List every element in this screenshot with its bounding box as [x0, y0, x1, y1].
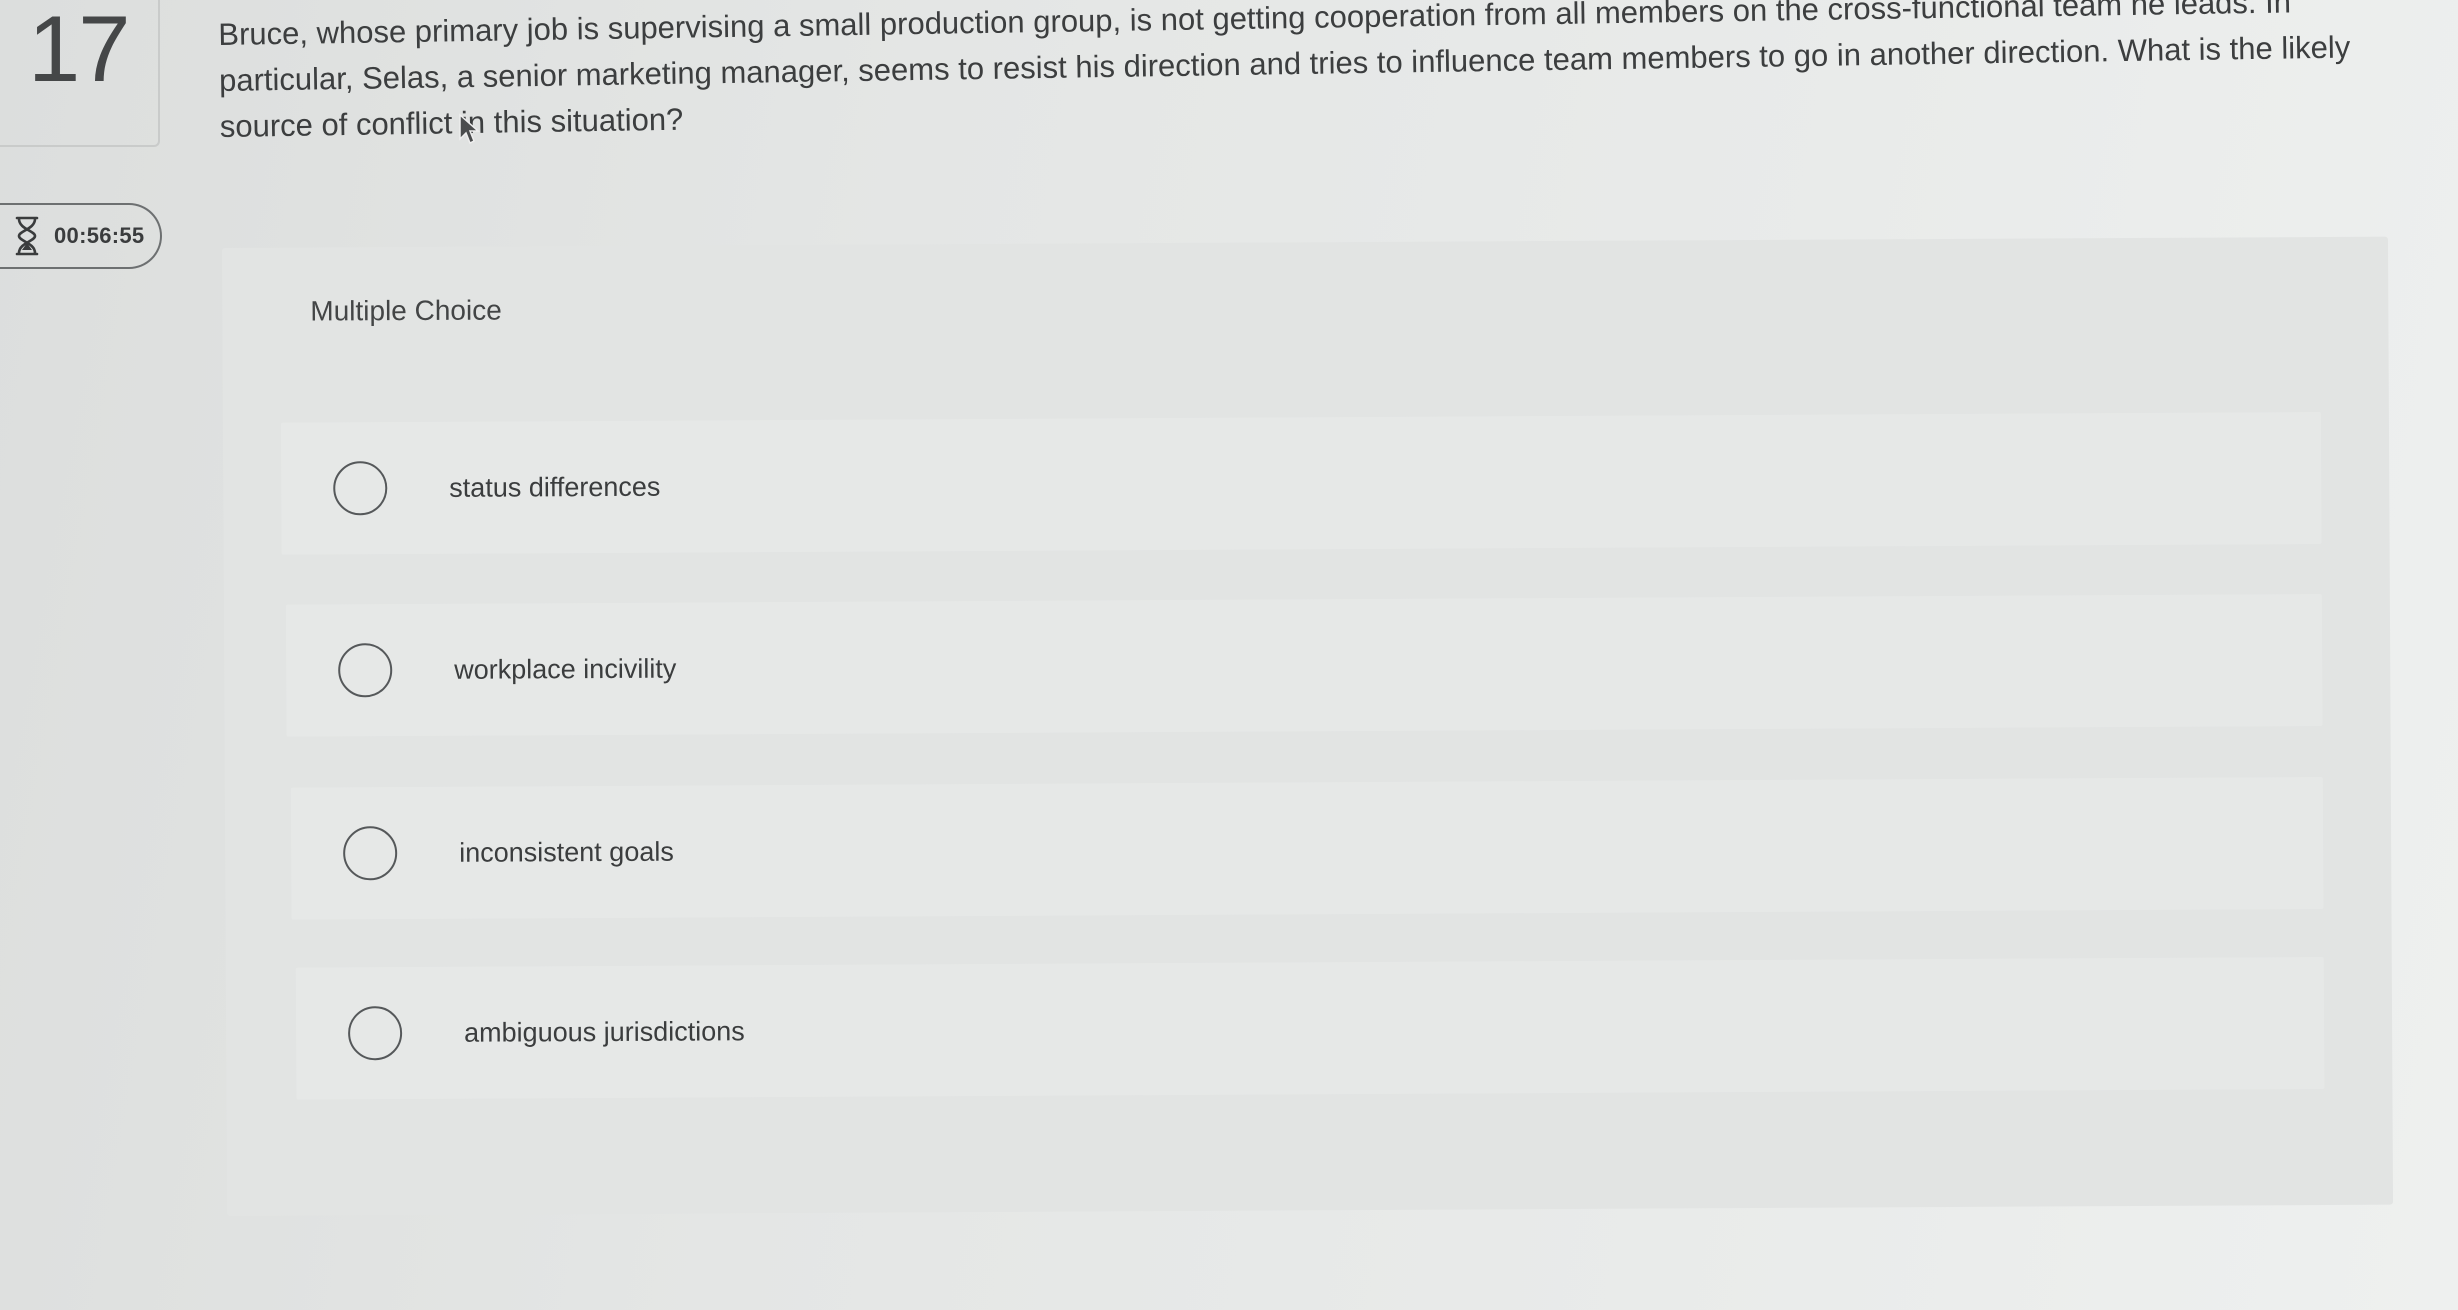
- question-type-label: Multiple Choice: [310, 294, 502, 327]
- mouse-cursor-icon: [459, 113, 480, 145]
- timer[interactable]: 00:56:55: [0, 203, 162, 269]
- radio-button[interactable]: [338, 643, 393, 698]
- answer-option-label: workplace incivility: [454, 653, 677, 685]
- radio-button[interactable]: [333, 461, 388, 516]
- hourglass-icon: [15, 216, 39, 256]
- answer-option-label: status differences: [449, 471, 661, 503]
- question-number-box: 17: [0, 0, 160, 147]
- radio-button[interactable]: [343, 826, 398, 881]
- question-number: 17: [28, 0, 131, 101]
- answer-option[interactable]: ambiguous jurisdictions: [295, 957, 2325, 1100]
- answer-option[interactable]: workplace incivility: [285, 594, 2323, 737]
- answer-panel: Multiple Choice status differences workp…: [222, 236, 2394, 1216]
- answer-option[interactable]: inconsistent goals: [290, 777, 2324, 920]
- answer-option-label: ambiguous jurisdictions: [464, 1015, 745, 1048]
- answer-option-label: inconsistent goals: [459, 836, 674, 868]
- question-text: Bruce, whose primary job is supervising …: [218, 0, 2351, 144]
- answer-option[interactable]: status differences: [280, 412, 2322, 555]
- radio-button[interactable]: [347, 1006, 403, 1061]
- timer-value: 00:56:55: [54, 223, 145, 248]
